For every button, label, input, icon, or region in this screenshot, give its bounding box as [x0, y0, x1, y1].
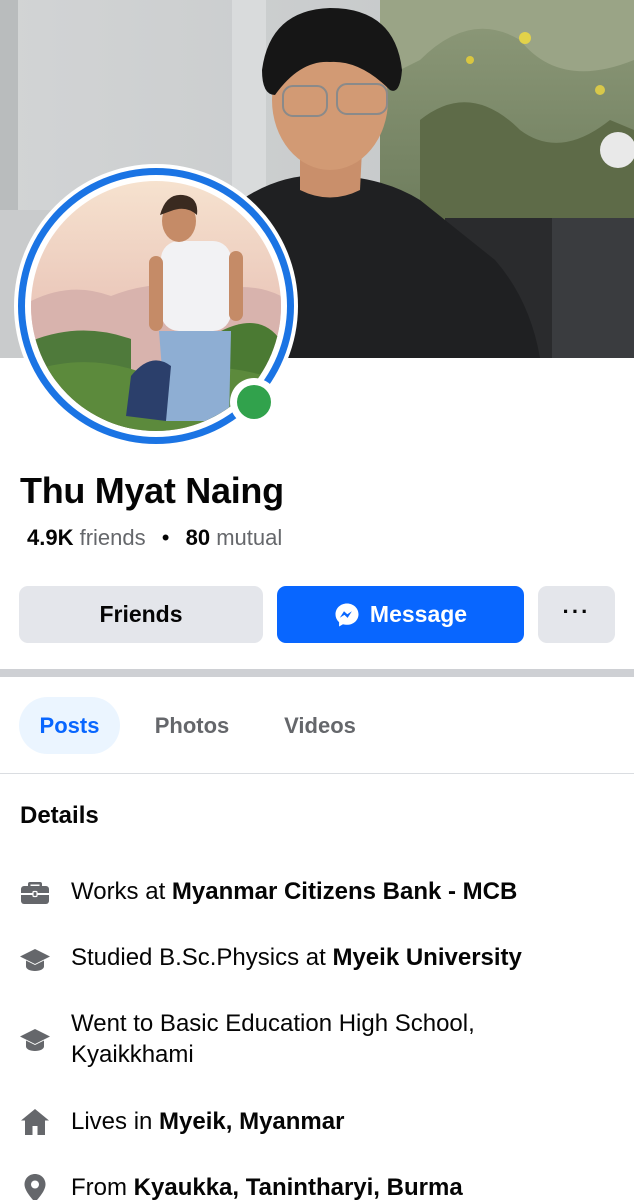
tabs-divider [0, 773, 634, 774]
detail-work-prefix: Works at [71, 878, 172, 905]
messenger-icon [335, 603, 359, 626]
location-pin-icon [24, 1174, 46, 1200]
detail-university-name[interactable]: Myeik University [332, 944, 521, 971]
more-dots-icon: ··· [562, 598, 591, 624]
more-options-button[interactable]: ··· [538, 586, 615, 643]
detail-work-text: Works at Myanmar Citizens Bank - MCB [71, 876, 611, 907]
friends-button[interactable]: Friends [19, 586, 263, 643]
friends-label: friends [79, 525, 146, 550]
detail-highschool-prefix: Went to Basic Education High School, Kya… [71, 1010, 475, 1068]
detail-city-text: Lives in Myeik, Myanmar [71, 1106, 611, 1137]
friends-button-label: Friends [99, 601, 183, 627]
profile-name: Thu Myat Naing [20, 470, 284, 511]
online-status-indicator [230, 378, 278, 426]
detail-university-prefix: Studied B.Sc.Physics at [71, 944, 333, 971]
detail-hometown-name[interactable]: Kyaukka, Tanintharyi, Burma [134, 1174, 463, 1200]
message-button-label: Message [369, 601, 468, 627]
home-icon [21, 1109, 49, 1135]
detail-hometown-prefix: From [71, 1174, 134, 1200]
mutual-count: 80 [185, 525, 211, 550]
detail-hometown-text: From Kyaukka, Tanintharyi, Burma [71, 1172, 611, 1200]
tab-posts-label: Posts [39, 712, 100, 738]
section-divider [0, 669, 634, 677]
briefcase-icon [21, 882, 49, 904]
detail-work-employer[interactable]: Myanmar Citizens Bank - MCB [172, 878, 517, 905]
tab-videos[interactable]: Videos [270, 697, 370, 754]
message-button[interactable]: Message [277, 586, 524, 643]
tab-posts[interactable]: Posts [19, 697, 120, 754]
detail-university-text: Studied B.Sc.Physics at Myeik University [71, 942, 611, 973]
stats-separator: • [161, 525, 170, 550]
tab-photos-label: Photos [154, 712, 230, 738]
graduation-cap-icon [20, 949, 50, 971]
tab-videos-label: Videos [284, 712, 356, 738]
friend-stats[interactable]: 4.9K friends • 80 mutual [27, 525, 282, 551]
detail-city-prefix: Lives in [71, 1108, 160, 1135]
mutual-label: mutual [216, 525, 283, 550]
graduation-cap-icon [20, 1029, 50, 1051]
detail-city-name[interactable]: Myeik, Myanmar [159, 1108, 344, 1135]
friends-count: 4.9K [27, 525, 74, 550]
profile-avatar[interactable] [14, 164, 298, 448]
detail-highschool-text: Went to Basic Education High School, Kya… [71, 1008, 561, 1070]
profile-page: Thu Myat Naing 4.9K friends • 80 mutual … [0, 0, 634, 1200]
details-heading: Details [20, 802, 99, 829]
tab-photos[interactable]: Photos [140, 697, 244, 754]
